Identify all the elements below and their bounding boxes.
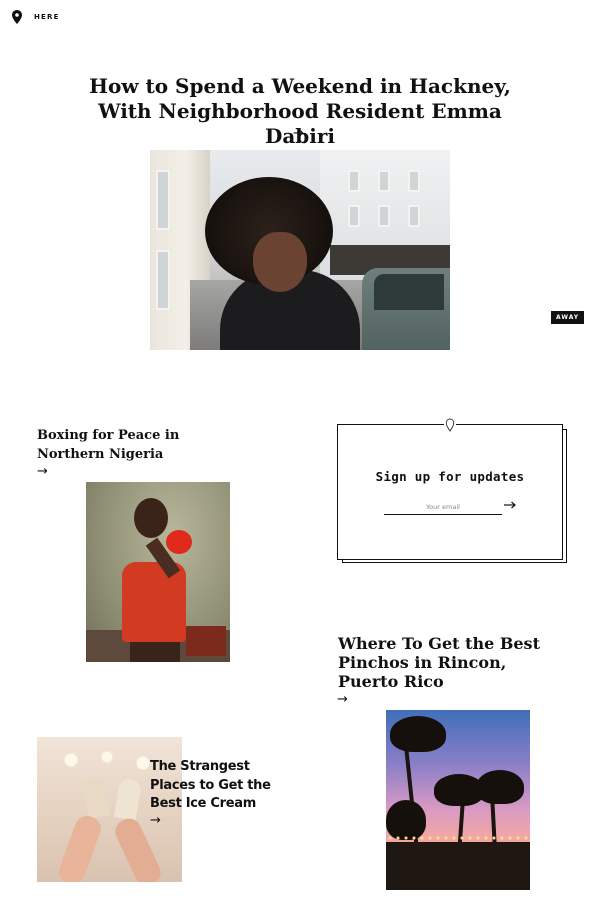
map-pin-icon[interactable] [12, 10, 22, 24]
hero-read-more-arrow[interactable]: → [293, 127, 304, 140]
boxing-read-more-arrow[interactable]: → [37, 465, 48, 478]
signup-submit-button[interactable] [503, 498, 517, 512]
pinchos-read-more-arrow[interactable]: → [337, 693, 348, 706]
boxing-story-image[interactable] [86, 482, 230, 662]
signup-heading: Sign up for updates [375, 469, 525, 484]
away-section-tag[interactable]: AWAY [551, 311, 585, 324]
map-pin-outline-icon [444, 418, 456, 432]
pinchos-story-title[interactable]: Where To Get the Best Pinchos in Rincon,… [338, 634, 558, 691]
arrow-right-icon [504, 501, 516, 509]
site-header: HERE [12, 10, 60, 24]
pinchos-story-image[interactable] [386, 710, 530, 890]
icecream-read-more-arrow[interactable]: → [150, 814, 161, 827]
hero-story-image[interactable] [150, 150, 450, 350]
email-field[interactable] [384, 499, 502, 515]
icecream-story-title[interactable]: The Strangest Places to Get the Best Ice… [150, 758, 280, 814]
boxing-story-title[interactable]: Boxing for Peace in Northern Nigeria [37, 426, 237, 464]
signup-box [337, 424, 563, 560]
brand-logo-text[interactable]: HERE [34, 13, 60, 21]
